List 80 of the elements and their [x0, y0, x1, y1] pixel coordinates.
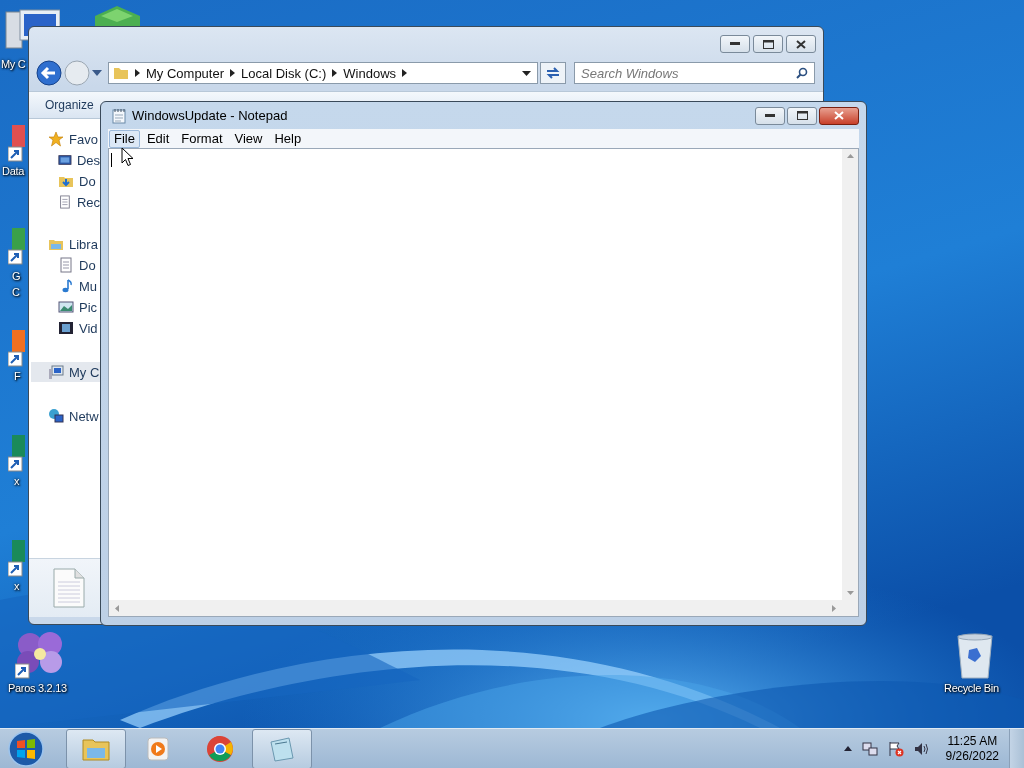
chevron-icon[interactable] [402, 69, 408, 77]
breadcrumb-item[interactable]: My Computer [146, 65, 225, 81]
clock-time: 11:25 AM [947, 733, 998, 749]
icon-label: x [14, 580, 20, 592]
clock-date: 9/26/2022 [945, 748, 999, 764]
item-icon [58, 194, 72, 210]
menu-item[interactable]: Edit [141, 129, 175, 148]
breadcrumb-item[interactable]: Windows [343, 65, 397, 81]
sidebar-item[interactable]: Libra [29, 236, 100, 252]
icon-label: x [14, 475, 20, 487]
item-icon [58, 299, 74, 315]
icon-label: Paros 3.2.13 [8, 682, 67, 694]
dropdown-icon[interactable] [522, 70, 531, 76]
chevron-icon[interactable] [230, 69, 236, 77]
sidebar-item[interactable]: My C [31, 362, 100, 382]
sidebar-item[interactable]: Mu [29, 278, 100, 294]
minimize-button[interactable] [755, 106, 785, 125]
icon-label: Data [2, 165, 25, 177]
sidebar-item[interactable]: Netw [29, 408, 100, 424]
flag-icon[interactable] [887, 740, 904, 757]
maximize-button[interactable] [753, 35, 783, 53]
notepad-icon [112, 107, 126, 124]
shortcut-icon[interactable] [8, 125, 25, 163]
sidebar-item[interactable]: Do [29, 257, 100, 273]
minimize-icon [730, 42, 740, 46]
maximize-button[interactable] [787, 106, 817, 125]
menu-item[interactable]: Format [176, 129, 228, 148]
close-button[interactable] [786, 35, 816, 53]
flower-icon[interactable] [15, 630, 65, 680]
item-icon [48, 408, 64, 424]
taskbar-button[interactable] [66, 728, 126, 768]
shortcut-icon[interactable] [8, 435, 25, 473]
sidebar-item[interactable]: Do [29, 173, 100, 189]
maximize-icon [762, 39, 774, 49]
close-icon [796, 39, 806, 49]
menu-item[interactable]: File [109, 129, 140, 148]
organize-button[interactable]: Organize [45, 98, 94, 112]
clock[interactable]: 11:25 AM 9/26/2022 [945, 733, 999, 764]
sidebar-item[interactable]: Rec [29, 194, 100, 210]
back-button[interactable] [36, 60, 62, 86]
menu-item[interactable]: View [229, 129, 268, 148]
shortcut-icon[interactable] [8, 330, 25, 368]
shortcut-icon[interactable] [8, 228, 25, 266]
sidebar-item[interactable]: Favo [29, 131, 100, 147]
item-icon [58, 257, 74, 273]
recycle-bin-icon[interactable] [955, 632, 995, 680]
block-icon[interactable] [95, 6, 140, 26]
minimize-button[interactable] [720, 35, 750, 53]
chrome-icon [205, 733, 235, 764]
chevron-icon[interactable] [135, 69, 140, 77]
search-icon [796, 67, 808, 79]
chevron-icon[interactable] [332, 69, 338, 77]
refresh-button[interactable] [540, 62, 566, 84]
sidebar-item[interactable]: Des [29, 152, 100, 168]
icon-label: My C [1, 58, 26, 70]
search-field[interactable]: Search Windows [574, 62, 815, 84]
start-button[interactable] [6, 728, 46, 768]
refresh-icon [545, 66, 561, 80]
sidebar-item[interactable]: Vid [29, 320, 100, 336]
folder-icon [113, 65, 129, 81]
icon-label: F [14, 370, 21, 382]
icon-label: G C [12, 269, 20, 300]
breadcrumb-item[interactable]: Local Disk (C:) [241, 65, 327, 81]
shortcut-icon[interactable] [8, 540, 25, 578]
window-title: WindowsUpdate - Notepad [132, 108, 288, 123]
item-icon [58, 320, 74, 336]
item-icon [48, 131, 64, 147]
taskbar-button[interactable] [252, 728, 312, 768]
item-icon [48, 364, 64, 380]
file-icon [53, 568, 85, 608]
network-icon[interactable] [861, 740, 878, 757]
maximize-icon [796, 111, 808, 120]
close-button[interactable] [819, 106, 859, 125]
sidebar-item[interactable]: Pic [29, 299, 100, 315]
icon-label: Recycle Bin [944, 682, 999, 694]
item-icon [58, 152, 72, 168]
menu-item[interactable]: Help [269, 129, 307, 148]
address-bar[interactable]: My Computer Local Disk (C:) Windows [108, 62, 538, 84]
close-icon [834, 111, 844, 120]
show-hidden-icons-icon[interactable] [843, 746, 852, 751]
